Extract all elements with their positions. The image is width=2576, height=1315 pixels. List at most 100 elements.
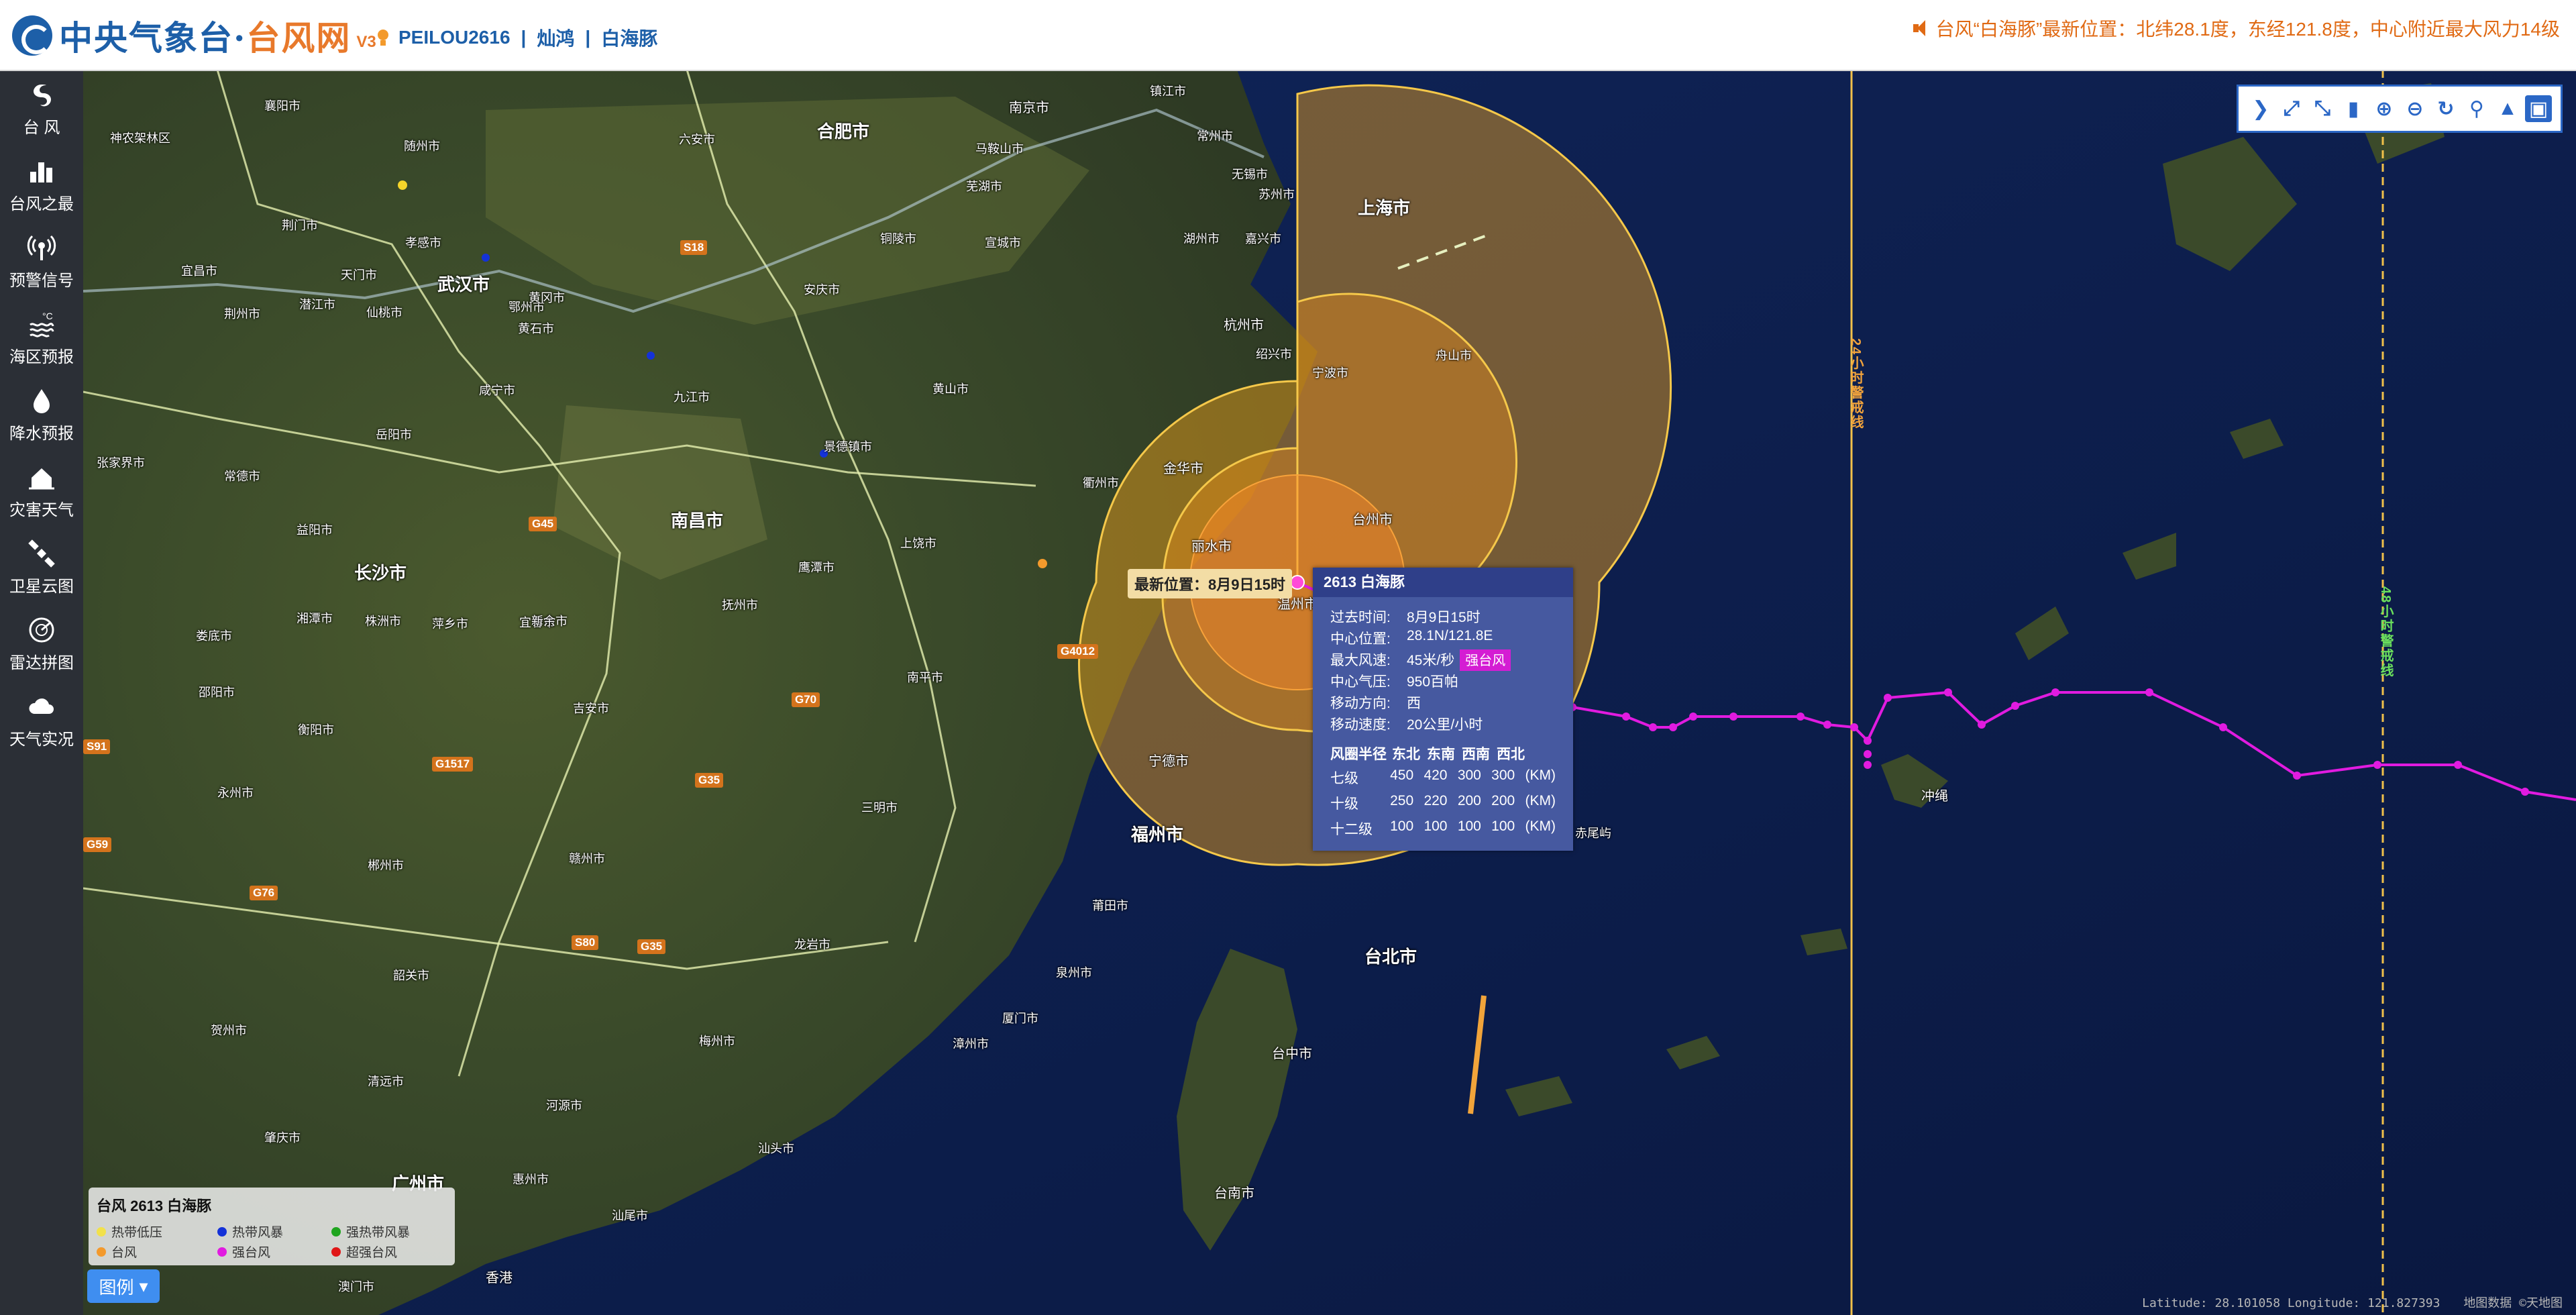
fullscreen-button[interactable]: ⤢ <box>2278 95 2305 122</box>
city-label: 赣州市 <box>569 852 605 865</box>
city-label: 台南市 <box>1214 1186 1254 1201</box>
latest-position-tag: 最新位置：8月9日15时 <box>1128 569 1292 598</box>
city-label: 金华市 <box>1163 462 1203 476</box>
popup-value: 8月9日15时 <box>1407 610 1481 625</box>
city-label: 随州市 <box>404 140 440 153</box>
radar-icon <box>29 617 54 642</box>
city-label: 杭州市 <box>1224 318 1264 333</box>
radius-header-cell: 西南 <box>1462 747 1490 762</box>
city-label: 泉州市 <box>1056 966 1092 980</box>
city-label: 岳阳市 <box>376 428 412 441</box>
typhoon-link-peilou[interactable]: PEILOU2616 <box>398 27 511 48</box>
legend-toggle-button[interactable]: 图例 ▾ <box>87 1269 160 1303</box>
city-label: 抚州市 <box>722 598 758 612</box>
popup-value: 950百帕 <box>1407 674 1459 690</box>
typhoon-info-popup: 2613 白海豚 过去时间: 8月9日15时 中心位置: 28.1N/121.8E … <box>1313 568 1573 851</box>
highway-label: S91 <box>83 739 111 754</box>
typhoon-link-canhong[interactable]: 灿鸿 <box>537 24 574 51</box>
city-label: 邵阳市 <box>199 686 235 699</box>
link-separator: | <box>521 27 527 48</box>
popup-key: 中心位置: <box>1330 631 1391 647</box>
legend-item: 强台风 <box>217 1243 270 1261</box>
city-label: 赤尾屿 <box>1575 827 1611 840</box>
city-label: 六安市 <box>679 133 715 146</box>
radius-cell: 420 <box>1424 768 1448 783</box>
exit-fullscreen-button[interactable]: ⤡ <box>2309 95 2336 122</box>
sidebar-item-radar[interactable]: 雷达拼图 <box>0 605 83 682</box>
radius-table-header: 风圈半径 东北 东南 西南 西北 <box>1330 743 1556 768</box>
radius-row-level12: 十二级 100 100 100 100 (KM) <box>1330 819 1556 844</box>
reset-view-button[interactable]: ↻ <box>2432 95 2459 122</box>
map-toolbar: ❯ ⤢ ⤡ ▮ ⊕ ⊖ ↻ ⚲ ▲ ▣ <box>2237 85 2563 133</box>
city-label: 孝感市 <box>405 236 441 250</box>
legend-button-label: 图例 <box>99 1277 134 1298</box>
city-label: 衢州市 <box>1083 476 1119 490</box>
sidebar-item-precipitation[interactable]: 降水预报 <box>0 376 83 452</box>
house-wind-icon <box>29 468 54 489</box>
cloud-icon <box>29 698 54 714</box>
sidebar-item-sea-forecast[interactable]: °C 海区预报 <box>0 299 83 376</box>
legend-swatch <box>331 1247 341 1257</box>
sidebar-item-typhoon[interactable]: 台 风 <box>0 70 83 146</box>
sidebar-label: 卫星云图 <box>9 577 74 596</box>
typhoon-center-marker[interactable] <box>1290 575 1305 590</box>
city-label: 黄山市 <box>932 382 969 396</box>
marker-yellow[interactable] <box>398 180 407 190</box>
city-label: 娄底市 <box>196 629 232 643</box>
sidebar-item-weather-obs[interactable]: 天气实况 <box>0 682 83 758</box>
bar-chart-icon <box>30 162 52 182</box>
city-label: 萍乡市 <box>432 617 468 631</box>
site-logo[interactable]: 中央气象台· 台风网 V3 <box>12 12 376 59</box>
terrain-button[interactable]: ▲ <box>2494 95 2521 122</box>
signal-icon <box>27 235 56 260</box>
sidebar-item-disaster-weather[interactable]: 灾害天气 <box>0 452 83 529</box>
radius-cell: 200 <box>1491 793 1515 808</box>
city-label: 汕尾市 <box>612 1209 648 1222</box>
city-label: 厦门市 <box>1002 1012 1038 1025</box>
news-ticker[interactable]: 台风“白海豚”最新位置：北纬28.1度，东经121.8度，中心附近最大风力14级 <box>1912 15 2560 42</box>
collapse-toolbar-button[interactable]: ❯ <box>2247 95 2274 122</box>
city-label: 南平市 <box>907 671 943 684</box>
city-label: 永州市 <box>217 786 254 800</box>
zoom-in-button[interactable]: ⊕ <box>2371 95 2398 122</box>
city-label: 南昌市 <box>671 511 724 531</box>
satellite-layer-button[interactable]: ▣ <box>2525 95 2552 122</box>
city-label: 镇江市 <box>1150 85 1186 98</box>
radius-unit: (KM) <box>1525 768 1556 783</box>
popup-value: 西 <box>1407 696 1421 711</box>
radius-cell: 100 <box>1424 819 1448 834</box>
city-label: 龙岩市 <box>794 938 830 951</box>
legend-swatch <box>97 1247 106 1257</box>
sidebar-item-satellite[interactable]: 卫星云图 <box>0 529 83 605</box>
sidebar-item-warning-signal[interactable]: 预警信号 <box>0 223 83 299</box>
city-label: 丽水市 <box>1191 539 1232 554</box>
city-label: 湖州市 <box>1183 232 1220 246</box>
city-label: 铜陵市 <box>880 232 916 246</box>
warning-line-24h-label: 24小时警戒线 <box>1848 338 1863 430</box>
city-label: 湘潭市 <box>297 612 333 625</box>
highway-label: G45 <box>529 517 557 531</box>
logo-text-main: 中央气象台· <box>59 18 247 58</box>
sidebar-item-records[interactable]: 台风之最 <box>0 146 83 223</box>
typhoon-link-baihaitun[interactable]: 白海豚 <box>601 24 657 51</box>
marker-orange[interactable] <box>1038 559 1047 568</box>
radius-cell: 250 <box>1390 793 1414 808</box>
city-label: 武汉市 <box>437 274 490 295</box>
city-label: 台州市 <box>1352 513 1393 527</box>
zoom-out-button[interactable]: ⊖ <box>2402 95 2428 122</box>
intensity-badge: 强台风 <box>1460 649 1511 671</box>
map-status-bar: Latitude: 28.101058 Longitude: 121.82739… <box>2142 1294 2563 1311</box>
popup-title: 2613 白海豚 <box>1313 568 1573 597</box>
sidebar-label: 天气实况 <box>9 730 74 749</box>
radius-row-level10: 十级 250 220 200 200 (KM) <box>1330 793 1556 819</box>
legend-item: 热带风暴 <box>217 1222 283 1241</box>
city-label: 潜江市 <box>299 298 335 311</box>
location-button[interactable]: ⚲ <box>2463 95 2490 122</box>
city-label: 莆田市 <box>1092 899 1128 912</box>
popup-body: 过去时间: 8月9日15时 中心位置: 28.1N/121.8E 最大风速: 45米/… <box>1313 597 1573 853</box>
radius-row-level7: 七级 450 420 300 300 (KM) <box>1330 768 1556 793</box>
marker-blue[interactable] <box>482 254 490 262</box>
marker-blue[interactable] <box>647 352 655 360</box>
legend-item: 台风 <box>97 1243 137 1261</box>
ruler-button[interactable]: ▮ <box>2340 95 2367 122</box>
